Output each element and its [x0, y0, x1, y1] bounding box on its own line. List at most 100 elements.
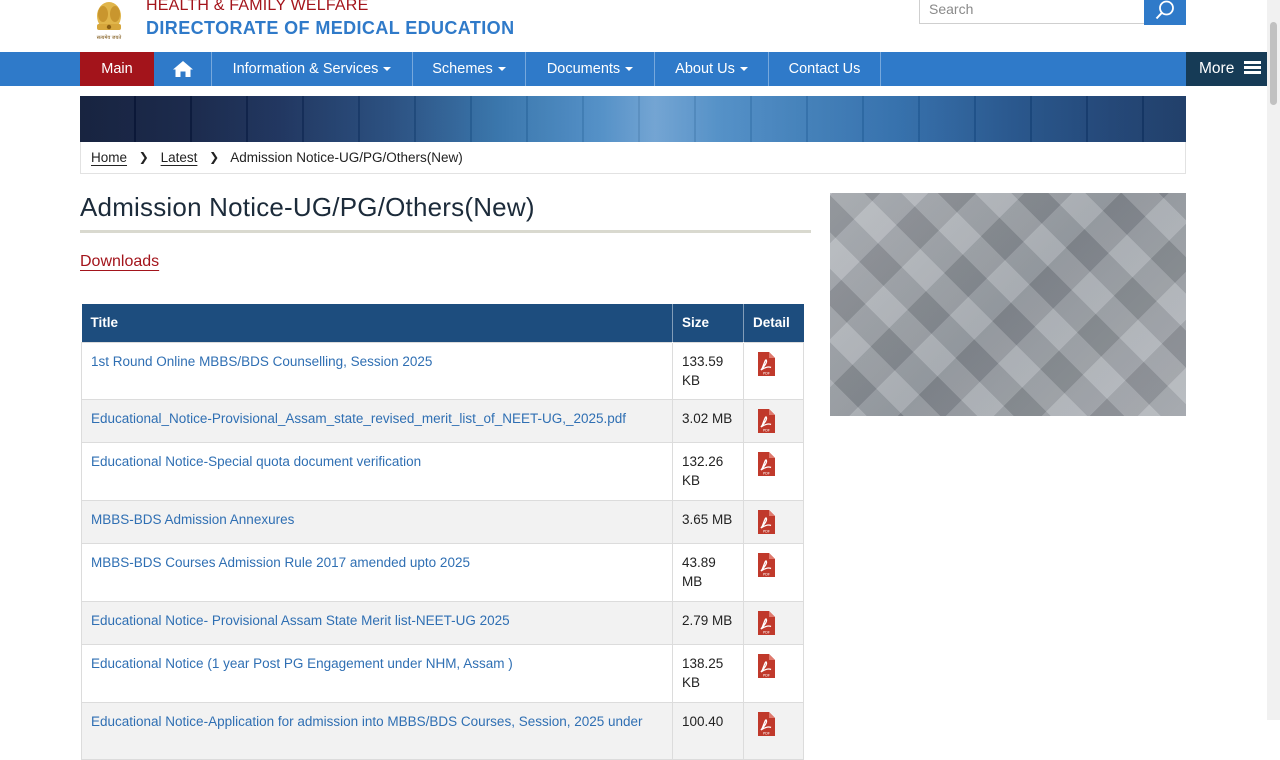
- title-cell: Educational Notice (1 year Post PG Engag…: [81, 643, 673, 703]
- department-name: HEALTH & FAMILY WELFARE: [146, 0, 369, 14]
- header-banner: [80, 96, 1186, 142]
- document-link[interactable]: Educational Notice-Application for admis…: [91, 714, 643, 729]
- table-row: MBBS-BDS Courses Admission Rule 2017 ame…: [81, 542, 804, 602]
- chevron-down-icon: [383, 67, 392, 72]
- nav-label: Contact Us: [788, 61, 861, 77]
- table-row: Educational Notice-Special quota documen…: [81, 441, 804, 501]
- table-row: Educational Notice-Application for admis…: [81, 701, 804, 760]
- pdf-icon[interactable]: PDF: [756, 408, 776, 433]
- state-emblem[interactable]: सत्यमेव जयते: [88, 0, 130, 42]
- downloads-link[interactable]: Downloads: [80, 253, 159, 271]
- column-header-detail: Detail: [743, 304, 804, 342]
- title-cell: Educational Notice-Special quota documen…: [81, 441, 673, 501]
- side-decorative-image: [830, 193, 1186, 416]
- table-header-row: Title Size Detail: [81, 304, 804, 342]
- chevron-right-icon: ❯: [138, 150, 149, 164]
- table-row: 1st Round Online MBBS/BDS Counselling, S…: [81, 341, 804, 400]
- pdf-icon[interactable]: PDF: [756, 351, 776, 376]
- pdf-icon[interactable]: PDF: [756, 711, 776, 736]
- detail-cell: PDF: [743, 600, 804, 645]
- scrollbar-thumb[interactable]: [1270, 22, 1277, 105]
- pdf-icon[interactable]: PDF: [756, 509, 776, 534]
- document-link[interactable]: MBBS-BDS Admission Annexures: [91, 512, 294, 527]
- svg-text:PDF: PDF: [763, 630, 770, 634]
- document-link[interactable]: Educational Notice (1 year Post PG Engag…: [91, 656, 513, 671]
- search-input[interactable]: [919, 0, 1145, 24]
- document-link[interactable]: MBBS-BDS Courses Admission Rule 2017 ame…: [91, 555, 470, 570]
- chevron-down-icon: [625, 67, 634, 72]
- detail-cell: PDF: [743, 441, 804, 501]
- nav-main[interactable]: Main: [80, 52, 154, 86]
- document-link[interactable]: Educational Notice- Provisional Assam St…: [91, 613, 510, 628]
- column-header-title: Title: [81, 304, 673, 342]
- nav-contact-us[interactable]: Contact Us: [769, 52, 881, 86]
- title-cell: Educational Notice- Provisional Assam St…: [81, 600, 673, 645]
- svg-text:PDF: PDF: [763, 731, 770, 735]
- title-cell: Educational Notice-Application for admis…: [81, 701, 673, 760]
- column-header-size: Size: [672, 304, 744, 342]
- svg-text:PDF: PDF: [763, 673, 770, 677]
- site-header: सत्यमेव जयते HEALTH & FAMILY WELFARE DIR…: [0, 0, 1267, 52]
- more-label: More: [1199, 60, 1235, 77]
- title-cell: MBBS-BDS Admission Annexures: [81, 499, 673, 544]
- nav-home[interactable]: [154, 52, 212, 86]
- pdf-icon[interactable]: PDF: [756, 552, 776, 577]
- title-divider: [80, 230, 811, 233]
- nav-documents[interactable]: Documents: [526, 52, 655, 86]
- svg-text:PDF: PDF: [763, 572, 770, 576]
- breadcrumb-current: Admission Notice-UG/PG/Others(New): [230, 150, 463, 165]
- nav-label: Documents: [546, 61, 621, 77]
- page-title: Admission Notice-UG/PG/Others(New): [80, 192, 535, 222]
- search-icon: [1155, 0, 1174, 19]
- document-link[interactable]: 1st Round Online MBBS/BDS Counselling, S…: [91, 354, 432, 369]
- hamburger-icon: [1243, 61, 1261, 74]
- svg-text:PDF: PDF: [763, 371, 770, 375]
- svg-text:PDF: PDF: [763, 529, 770, 533]
- svg-text:सत्यमेव जयते: सत्यमेव जयते: [97, 34, 122, 41]
- nav-information-services[interactable]: Information & Services: [212, 52, 413, 86]
- pdf-icon[interactable]: PDF: [756, 451, 776, 476]
- chevron-down-icon: [739, 67, 748, 72]
- pdf-icon[interactable]: PDF: [756, 610, 776, 635]
- pdf-icon[interactable]: PDF: [756, 653, 776, 678]
- table-row: Educational Notice- Provisional Assam St…: [81, 600, 804, 645]
- chevron-right-icon: ❯: [209, 150, 220, 164]
- title-cell: 1st Round Online MBBS/BDS Counselling, S…: [81, 341, 673, 400]
- size-cell: 132.26 KB: [672, 441, 744, 501]
- svg-text:PDF: PDF: [763, 471, 770, 475]
- document-link[interactable]: Educational_Notice-Provisional_Assam_sta…: [91, 411, 626, 426]
- detail-cell: PDF: [743, 643, 804, 703]
- home-icon: [172, 61, 193, 77]
- site-title[interactable]: DIRECTORATE OF MEDICAL EDUCATION: [146, 18, 514, 39]
- breadcrumb: Home ❯ Latest ❯ Admission Notice-UG/PG/O…: [80, 142, 1186, 174]
- breadcrumb-latest[interactable]: Latest: [161, 150, 198, 165]
- table-row: MBBS-BDS Admission Annexures 3.65 MB PDF: [81, 499, 804, 544]
- size-cell: 43.89 MB: [672, 542, 744, 602]
- size-cell: 2.79 MB: [672, 600, 744, 645]
- table-row: Educational Notice (1 year Post PG Engag…: [81, 643, 804, 703]
- detail-cell: PDF: [743, 398, 804, 443]
- nav-label: Information & Services: [232, 61, 379, 77]
- size-cell: 133.59 KB: [672, 341, 744, 400]
- chevron-down-icon: [497, 67, 506, 72]
- detail-cell: PDF: [743, 542, 804, 602]
- detail-cell: PDF: [743, 499, 804, 544]
- title-cell: MBBS-BDS Courses Admission Rule 2017 ame…: [81, 542, 673, 602]
- nav-label: About Us: [675, 61, 735, 77]
- nav-label: Schemes: [432, 61, 493, 77]
- svg-text:PDF: PDF: [763, 428, 770, 432]
- nav-about-us[interactable]: About Us: [655, 52, 769, 86]
- main-navigation: Main Information & Services Schemes Docu…: [0, 52, 1267, 86]
- breadcrumb-home[interactable]: Home: [91, 150, 127, 165]
- search-button[interactable]: [1144, 0, 1186, 25]
- document-link[interactable]: Educational Notice-Special quota documen…: [91, 454, 421, 469]
- page-scrollbar[interactable]: [1267, 0, 1280, 720]
- detail-cell: PDF: [743, 701, 804, 760]
- more-menu-button[interactable]: More: [1186, 52, 1267, 86]
- downloads-table: Title Size Detail 1st Round Online MBBS/…: [81, 304, 804, 760]
- detail-cell: PDF: [743, 341, 804, 400]
- size-cell: 100.40: [672, 701, 744, 760]
- table-row: Educational_Notice-Provisional_Assam_sta…: [81, 398, 804, 443]
- nav-schemes[interactable]: Schemes: [413, 52, 526, 86]
- size-cell: 3.02 MB: [672, 398, 744, 443]
